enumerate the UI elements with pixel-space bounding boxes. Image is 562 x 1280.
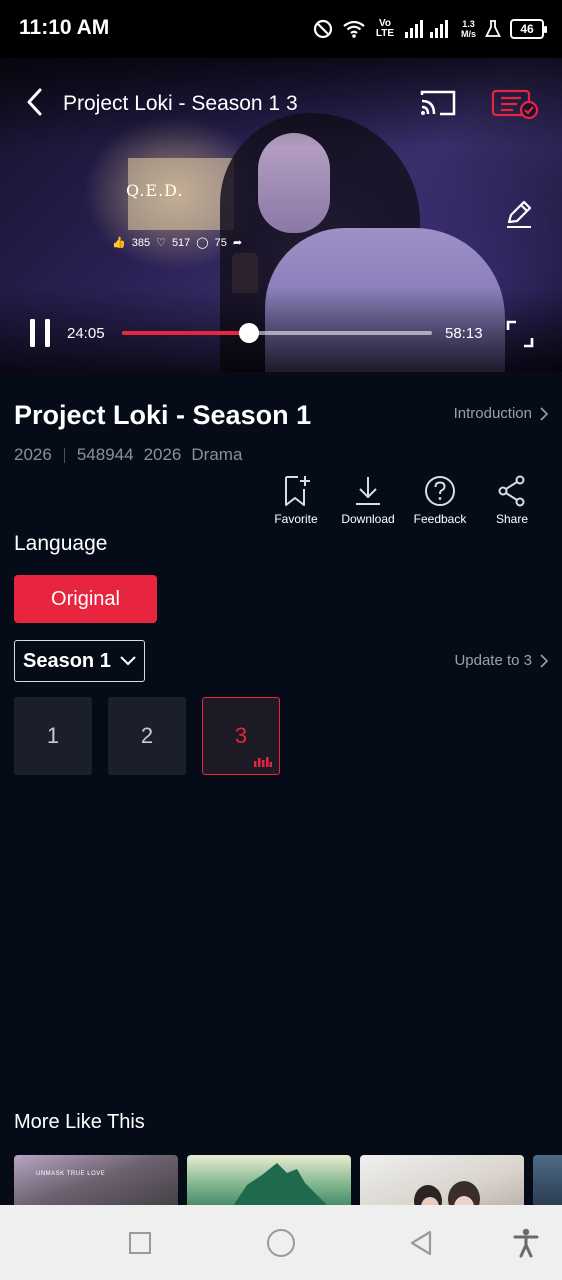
help-circle-icon (425, 476, 455, 506)
action-row: Favorite Download Feedback Share (260, 474, 548, 526)
flask-icon (485, 19, 501, 39)
share-button[interactable]: Share (476, 474, 548, 526)
chevron-down-icon (120, 656, 136, 666)
episode-number: 1 (46, 723, 60, 748)
accessibility-icon[interactable] (512, 1228, 540, 1258)
episode-1-button[interactable]: 1 (14, 697, 92, 775)
status-time: 11:10 AM (19, 16, 110, 39)
episode-number: 2 (140, 723, 154, 748)
pause-icon[interactable] (28, 318, 54, 348)
chevron-right-icon (540, 406, 548, 421)
meta-genre: Drama (191, 445, 243, 464)
volte-label: Vo LTE (375, 18, 395, 39)
back-triangle-icon[interactable] (408, 1229, 434, 1257)
bookmark-plus-icon (285, 476, 310, 506)
heart-icon: ♡ (156, 237, 166, 249)
download-icon (356, 477, 380, 505)
forward-icon: ➦ (232, 237, 243, 249)
back-arrow-icon[interactable] (22, 86, 50, 118)
season-dropdown[interactable]: Season 1 (14, 640, 145, 682)
video-scene-face (258, 133, 330, 233)
system-nav-bar (0, 1205, 562, 1280)
feedback-button[interactable]: Feedback (404, 474, 476, 526)
introduction-link[interactable]: Introduction (454, 405, 548, 422)
thumbs-up-icon: 👍 (112, 237, 126, 249)
edit-pencil-icon[interactable] (503, 198, 535, 230)
episode-number: 3 (234, 723, 248, 748)
download-label: Download (341, 512, 395, 526)
download-button[interactable]: Download (332, 474, 404, 526)
language-original-button[interactable]: Original (14, 575, 157, 623)
video-scene-comments: 75 (214, 236, 227, 249)
total-duration: 58:13 (445, 325, 483, 342)
video-scene-hearts: 517 (171, 236, 191, 249)
meta-year-2: 2026 (143, 445, 182, 464)
status-bar: 11:10 AM Vo LTE 1.3 M/s 46 (0, 0, 562, 58)
chevron-right-icon (540, 653, 548, 668)
share-label: Share (495, 512, 529, 526)
now-playing-bars-icon (254, 757, 272, 767)
video-scene-likes: 385 (131, 236, 151, 249)
show-title: Project Loki - Season 1 (14, 400, 312, 430)
seek-bar[interactable] (122, 323, 432, 343)
home-circle-icon[interactable] (267, 1229, 295, 1257)
episode-list-icon[interactable] (491, 88, 539, 120)
seek-bar-progress (122, 331, 250, 335)
language-heading: Language (14, 532, 108, 555)
network-speed-unit: M/s (460, 29, 476, 39)
meta-divider (63, 447, 65, 463)
video-scene-logo: Q.E.D. (126, 181, 184, 200)
video-player[interactable]: Q.E.D. 👍 385 ♡ 517 ◯ 75 ➦ Project Loki - Se… (0, 58, 562, 372)
signal-icon (404, 19, 452, 39)
episode-3-button[interactable]: 3 (202, 697, 280, 775)
thumbnail-caption: UNMASK TRUE LOVE (36, 1171, 106, 1177)
share-icon (498, 475, 525, 507)
fullscreen-icon[interactable] (506, 320, 534, 348)
network-speed-value: 1.3 (462, 19, 475, 29)
battery-icon: 46 (510, 19, 547, 39)
update-label: Update to 3 (454, 652, 532, 669)
do-not-disturb-icon (313, 19, 333, 39)
seek-bar-thumb[interactable] (239, 323, 260, 343)
introduction-label: Introduction (453, 405, 532, 422)
feedback-label: Feedback (413, 512, 467, 526)
video-title: Project Loki - Season 1 3 (63, 92, 298, 115)
comment-icon: ◯ (196, 237, 209, 249)
episode-2-button[interactable]: 2 (108, 697, 186, 775)
battery-level: 46 (520, 22, 534, 36)
favorite-label: Favorite (274, 512, 318, 526)
meta-year: 2026 (14, 445, 52, 464)
status-icons: Vo LTE 1.3 M/s 46 (313, 14, 547, 44)
network-speed: 1.3 M/s (461, 19, 476, 39)
update-to-link[interactable]: Update to 3 (454, 652, 548, 669)
season-selected: Season 1 (23, 649, 111, 672)
more-like-this-heading: More Like This (14, 1111, 145, 1133)
video-scene-stats: 👍 385 ♡ 517 ◯ 75 ➦ (112, 236, 243, 250)
show-meta: 2026 548944 2026 Drama (14, 445, 242, 465)
current-time: 24:05 (67, 325, 105, 342)
recents-square-icon[interactable] (129, 1232, 151, 1254)
cast-icon[interactable] (420, 89, 456, 117)
favorite-button[interactable]: Favorite (260, 474, 332, 526)
wifi-icon (342, 19, 366, 39)
meta-views: 548944 (76, 445, 134, 464)
